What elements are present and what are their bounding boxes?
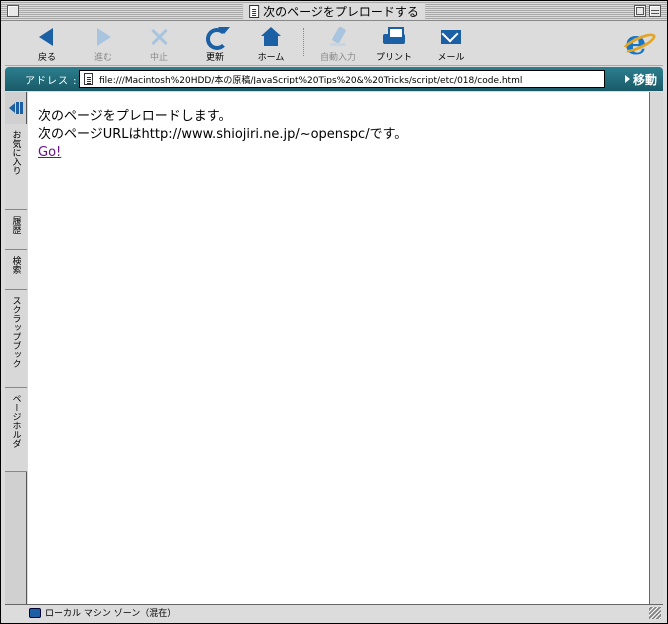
tab-page-holder[interactable]: ページホルダ (5, 388, 27, 472)
zone-status-text: ローカル マシン ゾーン（混在） (45, 609, 177, 619)
print-button[interactable]: プリント (366, 24, 422, 64)
document-icon (249, 4, 260, 18)
refresh-icon (203, 26, 230, 50)
tab-scrapbook[interactable]: スクラップブック (5, 290, 27, 388)
collapse-box[interactable] (649, 5, 661, 17)
home-label: ホーム (257, 53, 285, 63)
window-title: 次のページをプレロードする (243, 3, 425, 19)
mail-button[interactable]: メール (423, 24, 479, 64)
page-document-icon (84, 73, 93, 85)
tab-page-holder-label: ページホルダ (10, 394, 21, 448)
internet-explorer-logo-icon: e (620, 25, 658, 61)
stop-label: 中止 (149, 53, 168, 63)
home-icon (259, 26, 283, 48)
toolbar-separator (303, 28, 304, 56)
browser-window: 次のページをプレロードする 戻る 進む 中止 更新 ホーム 自動入力 プリント … (0, 0, 668, 624)
stop-x-icon (147, 26, 171, 48)
print-label: プリント (375, 53, 412, 63)
tab-favorites-label: お気に入り (10, 130, 21, 175)
tab-scrapbook-label: スクラップブック (10, 296, 21, 368)
forward-arrow-icon (91, 26, 115, 48)
explorer-bar: お気に入り 履歴 検索 スクラップブック ページホルダ (5, 92, 27, 604)
refresh-button[interactable]: 更新 (187, 24, 243, 64)
tab-history-label: 履歴 (10, 216, 21, 234)
back-label: 戻る (37, 53, 56, 63)
go-button[interactable]: 移動 (624, 70, 657, 88)
home-button[interactable]: ホーム (243, 24, 299, 64)
mail-envelope-icon (439, 26, 463, 48)
explorer-bar-toggle-icon[interactable] (7, 100, 25, 116)
tab-history[interactable]: 履歴 (5, 210, 27, 250)
tab-favorites[interactable]: お気に入り (5, 124, 27, 210)
mail-label: メール (437, 53, 465, 63)
window-title-text: 次のページをプレロードする (263, 4, 419, 19)
close-box[interactable] (7, 5, 19, 17)
refresh-label: 更新 (205, 53, 224, 63)
zoom-box[interactable] (634, 5, 646, 17)
stop-button[interactable]: 中止 (131, 24, 187, 64)
address-label: アドレス : (25, 76, 78, 87)
vertical-scrollbar[interactable] (649, 92, 663, 604)
address-input[interactable] (99, 74, 599, 84)
forward-button[interactable]: 進む (75, 24, 131, 64)
tab-search[interactable]: 検索 (5, 250, 27, 290)
go-label: 移動 (632, 72, 657, 87)
go-link[interactable]: Go! (38, 144, 61, 162)
back-button[interactable]: 戻る (19, 24, 75, 64)
status-bar: ローカル マシン ゾーン（混在） (5, 604, 663, 620)
title-bar[interactable]: 次のページをプレロードする (1, 1, 667, 21)
autofill-button[interactable]: 自動入力 (310, 24, 366, 64)
page-text-line-1: 次のページをプレロードします。 (38, 109, 232, 124)
go-arrow-icon (624, 75, 630, 83)
page-content: 次のページをプレロードします。 次のページURLはhttp://www.shio… (28, 92, 649, 604)
tab-search-label: 検索 (10, 256, 21, 274)
address-field[interactable] (79, 70, 605, 88)
autofill-pen-icon (326, 26, 350, 48)
zone-computer-icon (29, 607, 41, 618)
address-bar: アドレス : 移動 (5, 67, 663, 91)
page-text-line-2: 次のページURLはhttp://www.shiojiri.ne.jp/~open… (38, 127, 408, 142)
printer-icon (382, 26, 406, 48)
forward-label: 進む (93, 53, 112, 63)
toolbar: 戻る 進む 中止 更新 ホーム 自動入力 プリント メール e (5, 22, 663, 66)
resize-grow-box[interactable] (649, 607, 661, 619)
back-arrow-icon (35, 26, 59, 48)
autofill-label: 自動入力 (319, 53, 356, 63)
